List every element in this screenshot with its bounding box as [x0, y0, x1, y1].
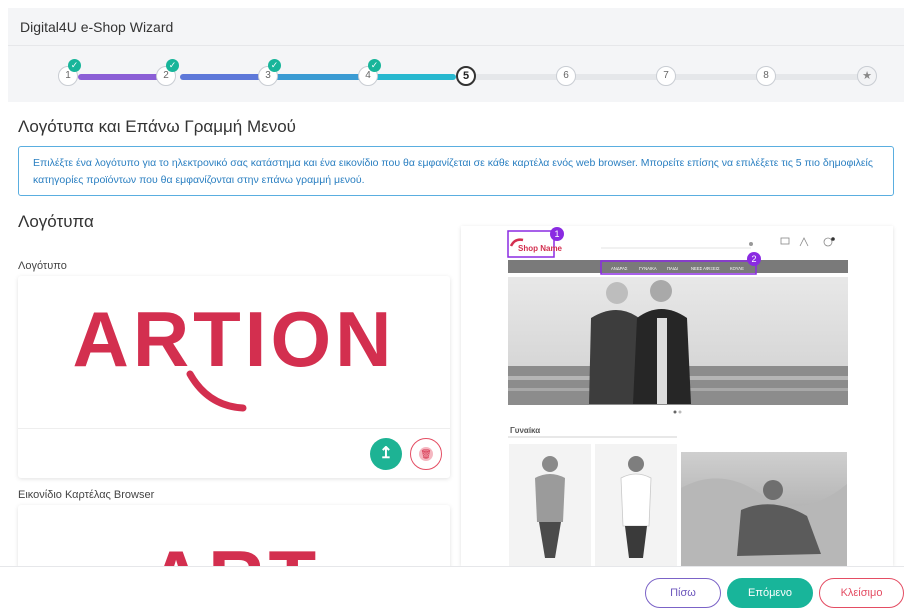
shop-name: Shop Name: [518, 244, 563, 253]
wizard-header: Digital4U e-Shop Wizard: [8, 8, 904, 46]
close-button[interactable]: Κλείσιμο: [819, 578, 904, 608]
check-icon: ✓: [166, 59, 179, 72]
step-8[interactable]: 8: [756, 66, 776, 86]
back-button[interactable]: Πίσω: [645, 578, 721, 608]
svg-text:ΠΑΙΔΙ: ΠΑΙΔΙ: [667, 266, 678, 271]
trash-icon: 🗑: [419, 447, 433, 461]
category-title: Γυναίκα: [510, 426, 540, 435]
upload-logo-button[interactable]: ↥: [370, 438, 402, 470]
logo-card-actions: ↥ 🗑: [18, 428, 450, 478]
logo-label: Λογότυπο: [18, 260, 67, 272]
delete-logo-button[interactable]: 🗑: [410, 438, 442, 470]
step-5-current[interactable]: 5: [456, 66, 476, 86]
page-title: Λογότυπα και Επάνω Γραμμή Μενού: [18, 117, 296, 136]
progress-track-3: [272, 74, 364, 80]
svg-text:2: 2: [751, 254, 756, 264]
wizard-footer: Πίσω Επόμενο Κλείσιμο: [0, 566, 904, 608]
store-preview: Shop Name 1 ΑΝΔΡΑΣ ΓΥΝΑΙΚΑ ΠΑΙΔΙ ΝΕΕΣ ΑΦ…: [461, 226, 893, 566]
info-box: Επιλέξτε ένα λογότυπο για το ηλεκτρονικό…: [18, 146, 894, 196]
progress-track-2: [180, 74, 262, 80]
check-icon: ✓: [268, 59, 281, 72]
logo-wordmark: ARTION: [73, 295, 396, 383]
favicon-label: Εικονίδιο Καρτέλας Browser: [18, 489, 155, 501]
star-icon[interactable]: ★: [857, 66, 877, 86]
svg-text:ΚΟΥΛΕ: ΚΟΥΛΕ: [730, 266, 744, 271]
logo-image[interactable]: ARTION: [18, 276, 450, 428]
svg-text:ΓΥΝΑΙΚΑ: ΓΥΝΑΙΚΑ: [639, 266, 657, 271]
logo-card: ARTION ↥ 🗑: [18, 276, 450, 478]
logos-heading: Λογότυπα: [18, 212, 94, 231]
svg-text:1: 1: [554, 229, 559, 239]
next-button[interactable]: Επόμενο: [727, 578, 813, 608]
svg-text:ΝΕΕΣ ΑΦΙΞΕΙΣ: ΝΕΕΣ ΑΦΙΞΕΙΣ: [691, 266, 720, 271]
favicon-image[interactable]: ART: [18, 505, 450, 575]
check-icon: ✓: [68, 59, 81, 72]
progress-track-4: [374, 74, 456, 80]
wizard-title: Digital4U e-Shop Wizard: [20, 19, 174, 35]
step-6[interactable]: 6: [556, 66, 576, 86]
check-icon: ✓: [368, 59, 381, 72]
favicon-card: ART: [18, 505, 450, 575]
svg-text:ΑΝΔΡΑΣ: ΑΝΔΡΑΣ: [611, 266, 628, 271]
wizard-stepper: 1 ✓ 2 ✓ 3 ✓ 4 ✓ 5 6 7 8 ★: [8, 46, 904, 102]
step-7[interactable]: 7: [656, 66, 676, 86]
